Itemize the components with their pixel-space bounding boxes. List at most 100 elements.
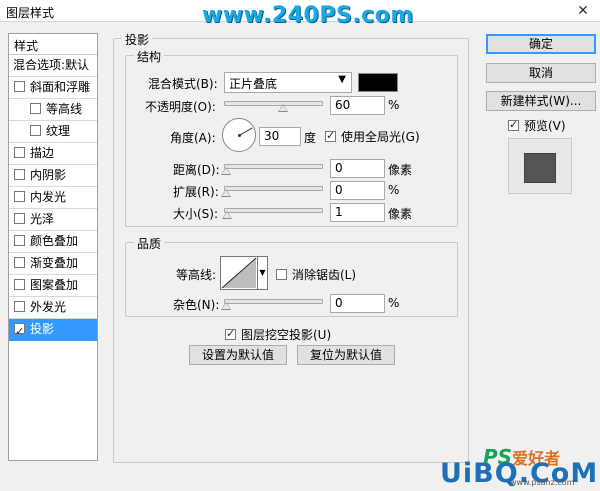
style-list-item[interactable]: 内阴影 <box>9 165 97 187</box>
blend-mode-value: 正片叠底 <box>229 77 278 91</box>
style-list-item[interactable]: 等高线 <box>9 99 97 121</box>
style-checkbox-icon[interactable] <box>30 103 41 114</box>
spread-unit: % <box>388 183 400 197</box>
style-list-item[interactable]: 渐变叠加 <box>9 253 97 275</box>
opacity-label: 不透明度(O): <box>145 100 216 114</box>
global-light-label: 使用全局光(G) <box>341 130 420 144</box>
angle-unit: 度 <box>304 131 317 145</box>
knockout-label: 图层挖空投影(U) <box>241 328 332 342</box>
opacity-slider-thumb[interactable] <box>278 104 288 112</box>
style-list-item[interactable]: 内发光 <box>9 187 97 209</box>
style-list-item[interactable]: 描边 <box>9 143 97 165</box>
size-label: 大小(S): <box>173 207 219 221</box>
style-list-item-label: 光泽 <box>30 212 55 226</box>
preview-label: 预览(V) <box>524 119 566 133</box>
blend-mode-select[interactable]: 正片叠底 ▼ <box>224 72 352 93</box>
preview-thumbnail <box>508 138 572 194</box>
window-title: 图层样式 <box>6 6 55 20</box>
distance-input[interactable]: 0 <box>330 159 385 178</box>
style-checkbox-icon[interactable] <box>14 81 25 92</box>
style-list-item[interactable]: 投影 <box>9 319 97 341</box>
angle-needle <box>239 127 253 136</box>
size-input[interactable]: 1 <box>330 203 385 222</box>
style-list-item-label: 斜面和浮雕 <box>30 80 91 94</box>
watermark-text: www.240PS.com <box>202 3 414 28</box>
style-checkbox-icon[interactable] <box>14 213 25 224</box>
style-list-item-label: 渐变叠加 <box>30 256 79 270</box>
style-list-item-label: 图案叠加 <box>30 278 79 292</box>
brand-small-url: www.psahz.com <box>510 478 575 487</box>
angle-dial[interactable] <box>222 118 256 152</box>
style-checkbox-icon[interactable] <box>14 301 25 312</box>
style-checkbox-icon[interactable] <box>14 321 25 340</box>
style-checkbox-icon[interactable] <box>14 235 25 246</box>
style-list-item-label: 颜色叠加 <box>30 234 79 248</box>
style-checkbox-icon[interactable] <box>30 125 41 136</box>
angle-label: 角度(A): <box>170 131 216 145</box>
global-light-check-icon[interactable] <box>325 129 336 142</box>
size-unit: 像素 <box>388 207 413 221</box>
opacity-input[interactable]: 60 <box>330 96 385 115</box>
size-slider-track[interactable] <box>224 208 323 213</box>
style-list-item[interactable]: 颜色叠加 <box>9 231 97 253</box>
global-light-checkbox[interactable]: 使用全局光(G) <box>325 128 420 145</box>
preview-checkbox[interactable]: 预览(V) <box>508 117 566 134</box>
preview-check-icon[interactable] <box>508 118 519 131</box>
distance-slider-track[interactable] <box>224 164 323 169</box>
blend-mode-label: 混合模式(B): <box>148 77 218 91</box>
contour-label: 等高线: <box>176 268 217 282</box>
distance-slider-thumb[interactable] <box>221 167 231 175</box>
style-list-item-label: 等高线 <box>46 102 83 116</box>
cancel-button[interactable]: 取消 <box>486 63 596 83</box>
new-style-button[interactable]: 新建样式(W)... <box>486 91 596 111</box>
distance-unit: 像素 <box>388 163 413 177</box>
style-list-item-label: 内阴影 <box>30 168 67 182</box>
make-default-button[interactable]: 设置为默认值 <box>189 345 287 365</box>
style-list-item-label: 描边 <box>30 146 55 160</box>
style-list-item-label: 外发光 <box>30 300 67 314</box>
style-checkbox-icon[interactable] <box>14 279 25 290</box>
noise-slider-thumb[interactable] <box>221 302 231 310</box>
opacity-unit: % <box>388 98 400 112</box>
chevron-down-icon: ▼ <box>338 74 346 85</box>
spread-slider-track[interactable] <box>224 186 323 191</box>
opacity-slider-track[interactable] <box>224 101 323 106</box>
style-list-item[interactable]: 斜面和浮雕 <box>9 77 97 99</box>
style-checkbox-icon[interactable] <box>14 191 25 202</box>
noise-unit: % <box>388 296 400 310</box>
preview-square <box>524 153 556 183</box>
spread-label: 扩展(R): <box>173 185 219 199</box>
style-list-header[interactable]: 样式 <box>9 34 97 55</box>
knockout-checkbox[interactable]: 图层挖空投影(U) <box>225 326 331 343</box>
drop-shadow-title: 投影 <box>122 31 153 48</box>
style-list-item[interactable]: 纹理 <box>9 121 97 143</box>
style-list-item[interactable]: 外发光 <box>9 297 97 319</box>
noise-slider-track[interactable] <box>224 299 323 304</box>
close-icon[interactable]: ✕ <box>574 2 592 20</box>
reset-default-button[interactable]: 复位为默认值 <box>297 345 395 365</box>
spread-input[interactable]: 0 <box>330 181 385 200</box>
style-checkbox-icon[interactable] <box>14 169 25 180</box>
style-list-item[interactable]: 光泽 <box>9 209 97 231</box>
contour-picker[interactable] <box>220 256 258 290</box>
anti-alias-check-icon[interactable] <box>276 269 287 280</box>
quality-title: 品质 <box>134 235 165 252</box>
anti-alias-checkbox[interactable]: 消除锯齿(L) <box>276 266 356 283</box>
angle-input[interactable]: 30 <box>259 127 301 146</box>
size-slider-thumb[interactable] <box>221 211 232 219</box>
style-checkbox-icon[interactable] <box>14 257 25 268</box>
style-list-item-label: 纹理 <box>46 124 71 138</box>
anti-alias-label: 消除锯齿(L) <box>292 268 357 282</box>
noise-label: 杂色(N): <box>173 298 220 312</box>
style-list-item[interactable]: 混合选项:默认 <box>9 55 97 77</box>
knockout-check-icon[interactable] <box>225 327 236 340</box>
contour-dropdown-icon[interactable]: ▼ <box>258 256 268 290</box>
angle-dial-center <box>238 134 241 137</box>
style-checkbox-icon[interactable] <box>14 147 25 158</box>
spread-slider-thumb[interactable] <box>221 189 231 197</box>
style-list-item[interactable]: 图案叠加 <box>9 275 97 297</box>
style-list-item-label: 混合选项:默认 <box>13 58 90 72</box>
noise-input[interactable]: 0 <box>330 294 385 313</box>
shadow-color-swatch[interactable] <box>358 73 398 92</box>
ok-button[interactable]: 确定 <box>486 34 596 54</box>
